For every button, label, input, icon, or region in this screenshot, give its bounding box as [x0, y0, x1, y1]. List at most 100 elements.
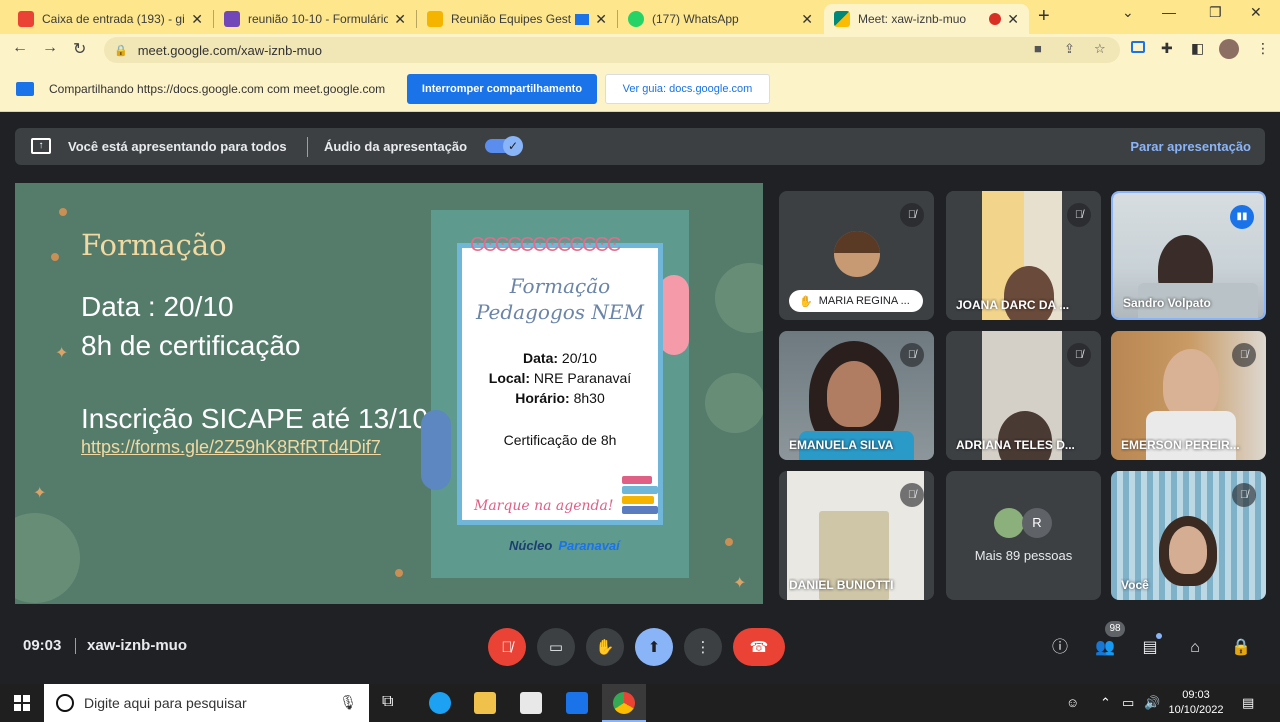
mic-off-icon: 🎙̸: [1232, 343, 1256, 367]
avatar: [834, 231, 880, 277]
forward-icon[interactable]: →: [42, 39, 58, 57]
shared-slide: ✦ ✦ ✦ Formação Data : 20/10 8h de certif…: [15, 183, 763, 604]
taskbar-clock[interactable]: 09:03 10/10/2022: [1166, 688, 1226, 718]
more-participants-label: Mais 89 pessoas: [974, 548, 1073, 563]
new-tab-icon[interactable]: +: [1038, 5, 1050, 28]
volume-icon[interactable]: 🔊: [1144, 695, 1160, 711]
decor-dot: [51, 253, 59, 261]
close-icon[interactable]: ✕: [801, 11, 813, 28]
mic-off-icon: 🎙̸: [900, 203, 924, 227]
info-icon[interactable]: ⓘ: [1048, 636, 1072, 660]
speaking-indicator-icon: ▮▮: [1230, 205, 1254, 229]
windows-start-icon[interactable]: [14, 695, 30, 711]
tab-label: Caixa de entrada (193) - gise: [42, 12, 186, 26]
windows-taskbar: Digite aqui para pesquisar 🎙 ⧉ ☺ ⌃ ▭ 🔊 0…: [0, 684, 1280, 722]
mic-off-icon: 🎙̸: [1232, 483, 1256, 507]
edge-icon[interactable]: [429, 692, 451, 714]
poster-logo: Núcleo Paranavaí: [509, 538, 620, 553]
decor-shape: [659, 275, 689, 355]
more-participants-tile[interactable]: R Mais 89 pessoas: [946, 471, 1101, 600]
present-button[interactable]: ⬆: [635, 628, 673, 666]
participant-tile-speaking[interactable]: ▮▮ Sandro Volpato: [1111, 191, 1266, 320]
poster: ϾϾϾϾϾϾϾϾϾϾϾϾ Formação Pedagogos NEM Data…: [421, 210, 689, 578]
poster-subtitle: Pedagogos NEM: [475, 300, 644, 324]
tab-forms[interactable]: reunião 10-10 - Formulários ✕: [214, 4, 416, 34]
notifications-icon[interactable]: ▤: [1242, 695, 1254, 711]
chevron-down-icon[interactable]: ⌄: [1122, 4, 1134, 21]
task-view-icon[interactable]: ⧉: [382, 693, 404, 715]
host-controls-icon[interactable]: 🔒: [1229, 636, 1253, 660]
store-icon[interactable]: [520, 692, 542, 714]
mic-off-icon: 🎙̸: [1067, 203, 1091, 227]
activities-icon[interactable]: ⌂: [1183, 636, 1207, 660]
extensions-icon[interactable]: ✚: [1161, 40, 1173, 57]
camera-icon[interactable]: ■: [1034, 41, 1042, 56]
cast-extension-icon[interactable]: [1131, 41, 1145, 53]
star-icon[interactable]: ☆: [1094, 41, 1106, 57]
tab-meet[interactable]: Meet: xaw-iznb-muo ✕: [824, 4, 1029, 34]
tab-slides[interactable]: Reunião Equipes Gestora ✕: [417, 4, 617, 34]
more-options-button[interactable]: ⋮: [684, 628, 722, 666]
people-icon[interactable]: 👥: [1093, 636, 1117, 660]
mic-off-button[interactable]: 🎙̸: [488, 628, 526, 666]
microphone-icon[interactable]: 🎙: [339, 694, 357, 711]
stop-sharing-button[interactable]: Interromper compartilhamento: [407, 74, 597, 104]
leave-call-button[interactable]: ☎: [733, 628, 785, 666]
close-window-icon[interactable]: ✕: [1250, 4, 1262, 21]
taskbar-search[interactable]: Digite aqui para pesquisar 🎙: [44, 684, 369, 722]
participant-tile[interactable]: 🎙̸ EMANUELA SILVA: [779, 331, 934, 460]
close-icon[interactable]: ✕: [1007, 11, 1019, 28]
close-icon[interactable]: ✕: [191, 11, 203, 28]
cortana-icon: [56, 694, 74, 712]
minimize-icon[interactable]: —: [1162, 4, 1176, 20]
stop-presenting-button[interactable]: Parar apresentação: [1130, 139, 1251, 154]
more-vert-icon: ⋮: [695, 639, 711, 656]
sidepanel-icon[interactable]: ◧: [1191, 40, 1204, 57]
close-icon[interactable]: ✕: [394, 11, 406, 28]
chevron-up-icon[interactable]: ⌃: [1100, 695, 1111, 711]
reload-icon[interactable]: ↻: [73, 39, 86, 59]
participant-name: EMANUELA SILVA: [789, 438, 894, 452]
participant-tile[interactable]: 🎙̸ DANIEL BUNIOTTI: [779, 471, 934, 600]
restore-icon[interactable]: ❐: [1209, 4, 1222, 21]
close-icon[interactable]: ✕: [595, 11, 607, 28]
poster-card: ϾϾϾϾϾϾϾϾϾϾϾϾ Formação Pedagogos NEM Data…: [457, 234, 663, 525]
mail-icon[interactable]: [566, 692, 588, 714]
video-face: [1169, 526, 1207, 574]
raise-hand-button[interactable]: ✋: [586, 628, 624, 666]
chrome-taskbar-item[interactable]: [602, 684, 646, 722]
participant-tile[interactable]: 🎙̸ ADRIANA TELES D...: [946, 331, 1101, 460]
back-icon[interactable]: ←: [12, 39, 28, 57]
mic-off-icon: 🎙̸: [900, 343, 924, 367]
participant-tile[interactable]: 🎙̸ ✋ MARIA REGINA ...: [779, 191, 934, 320]
view-tab-button[interactable]: Ver guia: docs.google.com: [605, 74, 770, 104]
browser-tab-bar: Caixa de entrada (193) - gise ✕ reunião …: [0, 0, 1280, 34]
participant-name: MARIA REGINA ...: [818, 295, 910, 307]
network-icon[interactable]: ▭: [1122, 695, 1134, 711]
decor-sparkle: ✦: [33, 485, 47, 502]
tab-whatsapp[interactable]: (177) WhatsApp ✕: [618, 4, 823, 34]
hangup-icon: ☎: [749, 639, 769, 656]
tab-gmail[interactable]: Caixa de entrada (193) - gise ✕: [8, 4, 213, 34]
camera-button[interactable]: ▭: [537, 628, 575, 666]
participant-tile[interactable]: 🎙̸ EMERSON PEREIR...: [1111, 331, 1266, 460]
menu-icon[interactable]: ⋮: [1256, 40, 1270, 57]
slide-form-link[interactable]: https://forms.gle/2Z59hK8RfRTd4Dif7: [81, 437, 381, 458]
people-tray-icon[interactable]: ☺: [1066, 695, 1079, 710]
file-explorer-icon[interactable]: [474, 692, 496, 714]
chat-icon[interactable]: ▤: [1138, 636, 1162, 660]
profile-avatar[interactable]: [1219, 39, 1239, 59]
clock-date: 10/10/2022: [1168, 704, 1224, 716]
share-screen-icon: [16, 82, 34, 96]
participant-tile[interactable]: 🎙̸ JOANA DARC DA ...: [946, 191, 1101, 320]
notebook-rings: ϾϾϾϾϾϾϾϾϾϾϾϾ: [470, 234, 621, 256]
self-tile[interactable]: 🎙̸ Você: [1111, 471, 1266, 600]
participant-name: Você: [1121, 578, 1149, 592]
divider: [75, 638, 76, 654]
recording-icon: [989, 13, 1002, 25]
audio-toggle[interactable]: ✓: [485, 136, 523, 156]
poster-certification: Certificação de 8h: [503, 432, 617, 448]
share-icon[interactable]: ⇪: [1064, 41, 1075, 57]
tab-label: reunião 10-10 - Formulários: [248, 12, 389, 26]
url-field[interactable]: 🔒 meet.google.com/xaw-iznb-muo: [104, 37, 1120, 63]
